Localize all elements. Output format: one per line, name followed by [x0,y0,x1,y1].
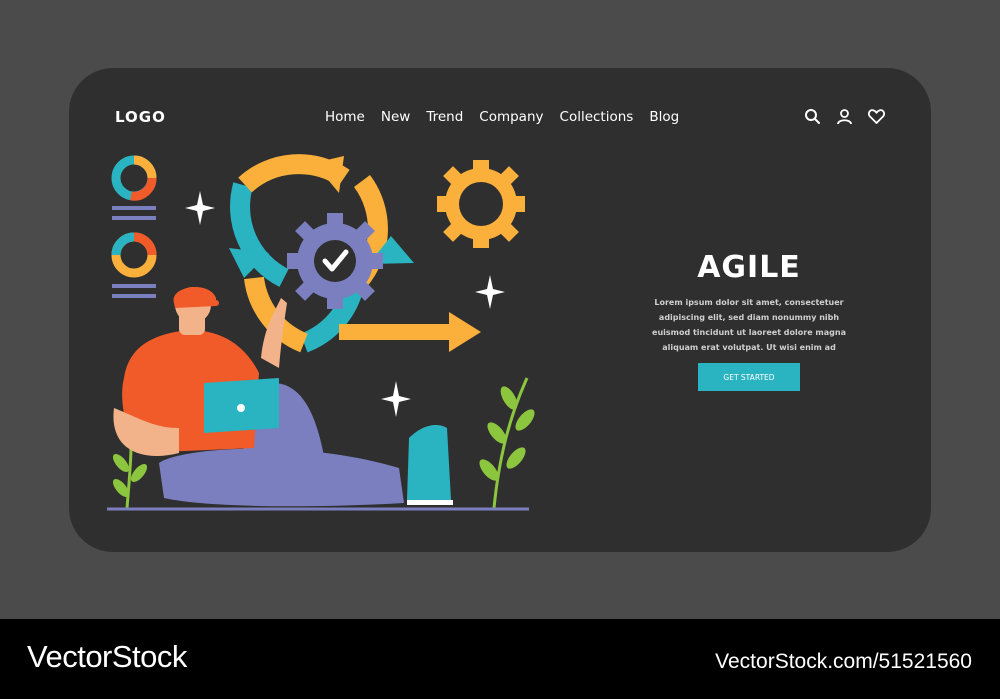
donut-chart-icon [111,155,157,220]
plant-icon [112,445,148,509]
sparkle-icon [381,381,411,417]
watermark-footer: VectorStock VectorStock.com/51521560 [0,619,1000,699]
hero-description: Lorem ipsum dolor sit amet, consectetuer… [652,298,846,352]
landing-card: LOGO Home New Trend Company Collections … [69,68,931,552]
sparkle-icon [185,191,215,225]
user-icon[interactable] [835,107,854,126]
sparkle-icon [475,275,505,309]
nav-collections[interactable]: Collections [560,109,634,125]
plant-icon [479,377,535,509]
person-with-laptop [113,287,453,507]
donut-chart-icon [111,232,157,298]
check-gear-icon [287,213,383,309]
image-id-text: VectorStock.com/51521560 [715,650,972,673]
get-started-button[interactable]: GET STARTED [698,363,800,391]
hero-title: AGILE [697,250,801,285]
nav-blog[interactable]: Blog [649,109,679,125]
gear-icon [437,160,525,248]
heart-icon[interactable] [867,107,886,126]
hero-section: AGILE Lorem ipsum dolor sit amet, consec… [649,250,849,355]
search-icon[interactable] [803,107,822,126]
vectorstock-logo: VectorStock [27,639,187,674]
header-icons [803,107,886,126]
agile-illustration [107,154,535,511]
